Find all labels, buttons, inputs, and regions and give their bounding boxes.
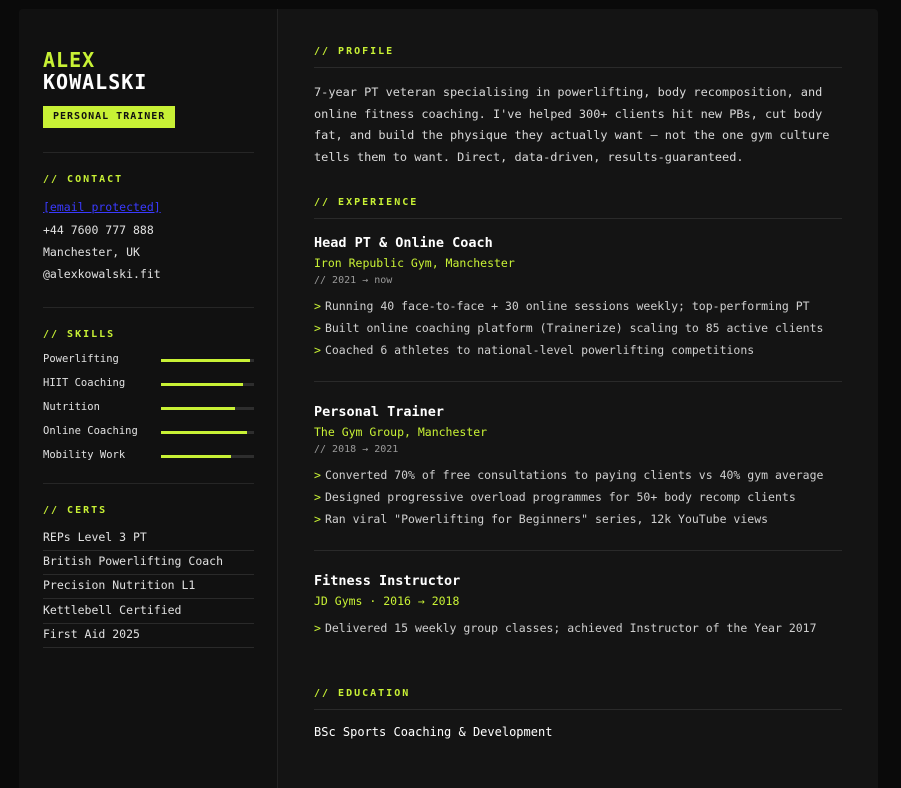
divider xyxy=(43,152,254,153)
job-title: Head PT & Online Coach xyxy=(314,235,493,251)
skill-label: Powerlifting xyxy=(43,353,119,365)
skill-bar-fill xyxy=(161,455,231,458)
job-title: Fitness Instructor xyxy=(314,573,461,589)
skill-bar-fill xyxy=(161,359,251,362)
education-item: BSc Sports Coaching & Development xyxy=(314,725,553,739)
sidebar: ALEX KOWALSKI PERSONAL TRAINER // CONTAC… xyxy=(19,9,278,788)
certs-section-title: // CERTS xyxy=(43,505,108,516)
cert-item: Precision Nutrition L1 xyxy=(43,575,254,599)
cert-item: REPs Level 3 PT xyxy=(43,527,254,551)
job-bullet: > Built online coaching platform (Trainer… xyxy=(314,321,824,335)
divider xyxy=(314,709,842,710)
skill-label: Mobility Work xyxy=(43,449,126,461)
main-content: // PROFILE 7-year PT veteran specialisin… xyxy=(278,9,878,788)
job-bullet: > Designed progressive overload programme… xyxy=(314,490,796,504)
job-bullet: > Ran viral "Powerlifting for Beginners" … xyxy=(314,512,769,526)
job-title: Personal Trainer xyxy=(314,404,445,420)
cert-item: British Powerlifting Coach xyxy=(43,551,254,575)
social-handle: @alexkowalski.fit xyxy=(43,267,161,281)
divider xyxy=(314,218,842,219)
job-dates: // 2018 → 2021 xyxy=(314,444,399,455)
profile-section-title: // PROFILE xyxy=(314,46,395,57)
skill-bar xyxy=(161,383,254,386)
skill-bar xyxy=(161,359,254,362)
contact-section-title: // CONTACT xyxy=(43,174,124,185)
location: Manchester, UK xyxy=(43,245,140,259)
experience-section-title: // EXPERIENCE xyxy=(314,197,419,208)
cert-item: First Aid 2025 xyxy=(43,624,254,648)
divider xyxy=(314,381,842,382)
skill-label: Online Coaching xyxy=(43,425,138,437)
skill-row: HIIT Coaching xyxy=(43,377,254,391)
skill-row: Nutrition xyxy=(43,401,254,415)
cert-label: British Powerlifting Coach xyxy=(43,554,224,568)
phone-number: +44 7600 777 888 xyxy=(43,223,154,237)
job-dates: // 2021 → now xyxy=(314,275,393,286)
skill-row: Powerlifting xyxy=(43,353,254,367)
job-bullet: > Running 40 face-to-face + 30 online ses… xyxy=(314,299,810,313)
last-name: KOWALSKI xyxy=(43,70,148,94)
skill-bar xyxy=(161,407,254,410)
skills-section-title: // SKILLS xyxy=(43,329,116,340)
job-bullet: > Converted 70% of free consultations to … xyxy=(314,468,824,482)
divider xyxy=(43,307,254,308)
skill-bar-fill xyxy=(161,431,247,434)
divider xyxy=(314,67,842,68)
cert-item: Kettlebell Certified xyxy=(43,600,254,624)
skill-row: Mobility Work xyxy=(43,449,254,463)
cert-label: Precision Nutrition L1 xyxy=(43,578,196,592)
cert-label: First Aid 2025 xyxy=(43,627,140,641)
skill-bar-fill xyxy=(161,407,236,410)
skill-bar xyxy=(161,455,254,458)
cert-label: Kettlebell Certified xyxy=(43,603,182,617)
skill-label: Nutrition xyxy=(43,401,100,413)
job-bullet: > Delivered 15 weekly group classes; achi… xyxy=(314,621,817,635)
job-bullet: > Coached 6 athletes to national-level po… xyxy=(314,343,755,357)
job-company: Iron Republic Gym, Manchester xyxy=(314,256,515,270)
skill-row: Online Coaching xyxy=(43,425,254,439)
divider xyxy=(314,550,842,551)
skill-label: HIIT Coaching xyxy=(43,377,126,389)
cert-label: REPs Level 3 PT xyxy=(43,530,147,544)
divider xyxy=(43,483,254,484)
skill-bar-fill xyxy=(161,383,243,386)
role-badge: PERSONAL TRAINER xyxy=(43,106,176,128)
first-name: ALEX xyxy=(43,48,96,72)
email-link[interactable]: [email protected] xyxy=(43,200,161,214)
resume-page: ALEX KOWALSKI PERSONAL TRAINER // CONTAC… xyxy=(19,9,878,788)
skill-bar xyxy=(161,431,254,434)
job-company: JD Gyms · 2016 → 2018 xyxy=(314,594,460,608)
profile-summary: 7-year PT veteran specialising in powerl… xyxy=(314,85,830,165)
job-company: The Gym Group, Manchester xyxy=(314,425,488,439)
education-section-title: // EDUCATION xyxy=(314,688,411,699)
